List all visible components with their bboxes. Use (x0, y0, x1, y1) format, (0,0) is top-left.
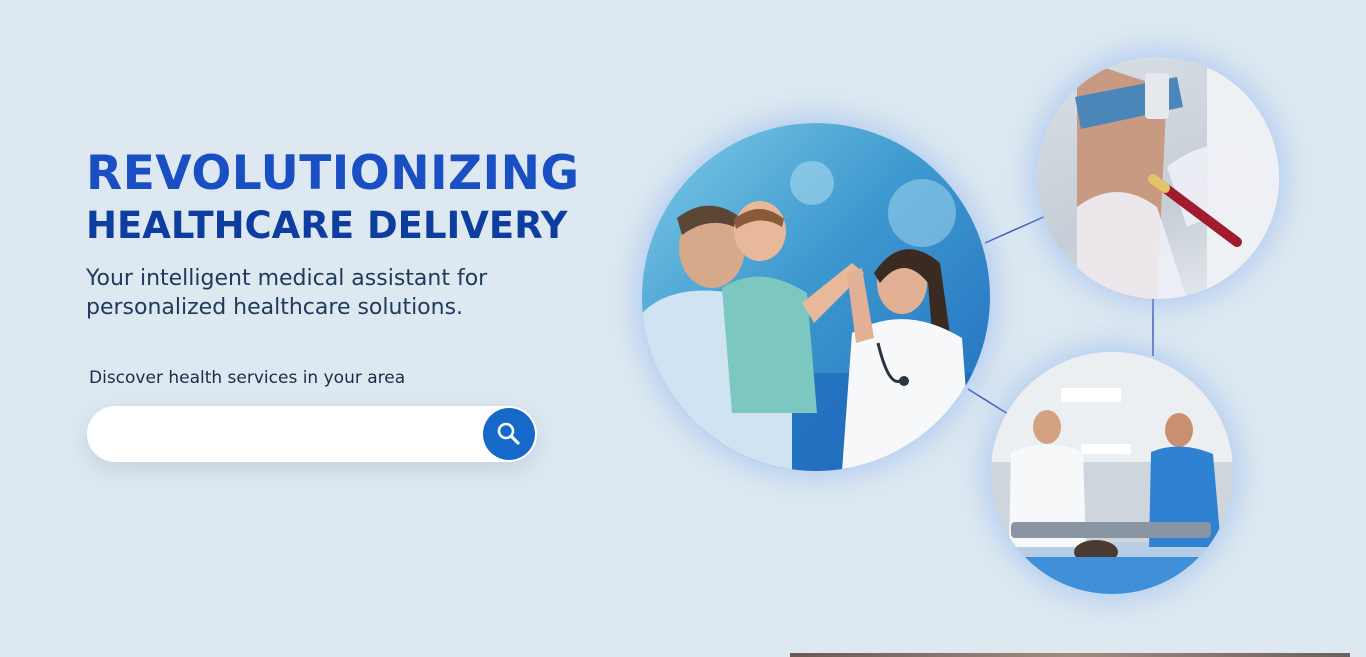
bottom-image-edge (790, 653, 1350, 657)
blood-draw-photo (1037, 57, 1279, 299)
landing-page: REVOLUTIONIZING HEALTHCARE DELIVERY Your… (0, 0, 1366, 657)
family-doctor-photo (642, 123, 990, 471)
hospital-ward-photo (991, 352, 1233, 594)
